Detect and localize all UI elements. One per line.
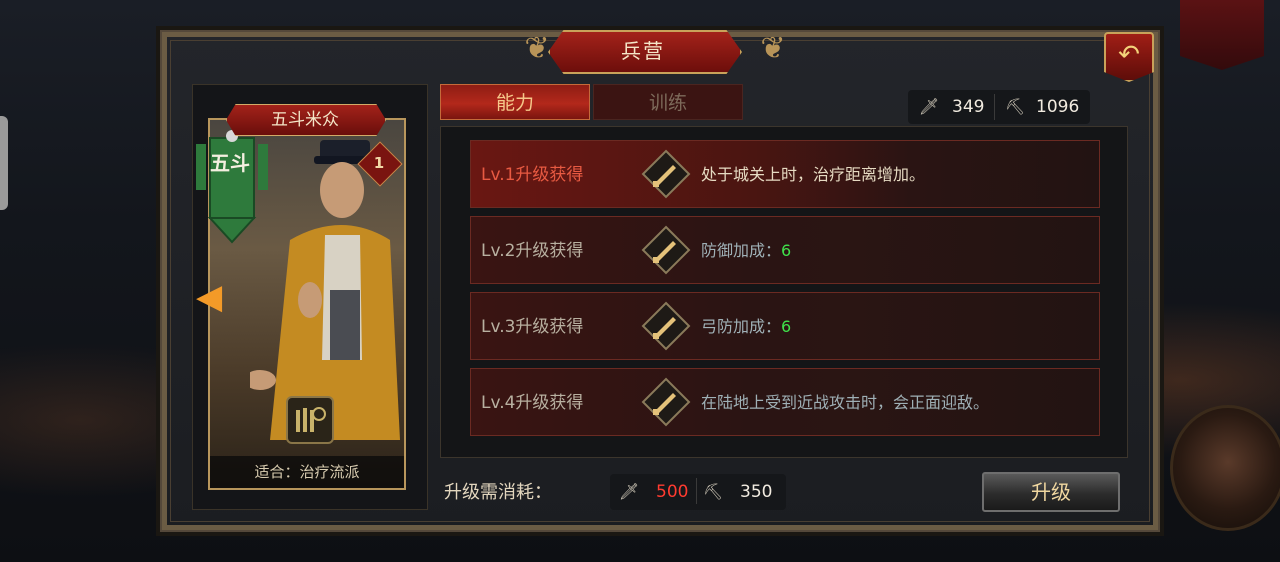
upgrade-description: 处于城关上时，治疗距离增加。 [701, 165, 926, 184]
sword-resource-icon: 🗡 [918, 97, 940, 116]
suitable-style-label: 适合：治疗流派 [210, 456, 404, 488]
side-drawer-handle[interactable] [0, 116, 8, 210]
upgrade-row-lv3: Lv.3升级获得 弓防加成：6 [470, 292, 1100, 360]
unit-name: 五斗米众 [271, 110, 339, 130]
cost-ore-amount: 350 [740, 482, 773, 502]
upgrade-level: Lv.1升级获得 [481, 165, 584, 185]
tab-training[interactable]: 训练 [593, 84, 743, 120]
resource-divider [994, 94, 995, 120]
upgrade-value: 6 [781, 241, 792, 260]
ore-resource-icon: ⛏ [1004, 97, 1026, 116]
unit-skill-icon[interactable] [286, 396, 334, 444]
upgrade-description: 防御加成：6 [701, 241, 792, 260]
upgrade-description: 弓防加成：6 [701, 317, 792, 336]
advisor-portrait[interactable] [1170, 405, 1280, 531]
title-ornament-right-icon: ❦ [760, 31, 786, 66]
back-button[interactable]: ↶ [1104, 32, 1154, 82]
previous-unit-arrow-icon[interactable]: ◀ [196, 280, 242, 314]
upgrade-level: Lv.2升级获得 [481, 241, 584, 261]
upgrade-row-lv4: Lv.4升级获得 在陆地上受到近战攻击时，会正面迎敌。 [470, 368, 1100, 436]
claw-icon [296, 407, 326, 432]
ore-resource-icon: ⛏ [702, 482, 724, 501]
background-banner [1180, 0, 1264, 70]
faction-banner [196, 130, 268, 244]
sword-upgrade-icon [641, 301, 691, 351]
sword-upgrade-icon [641, 377, 691, 427]
sword-upgrade-icon [641, 149, 691, 199]
sword-upgrade-icon [641, 225, 691, 275]
level-value: 1 [373, 154, 385, 172]
upgrade-button[interactable]: 升级 [982, 472, 1120, 512]
tab-ability[interactable]: 能力 [440, 84, 590, 120]
upgrade-value: 6 [781, 317, 792, 336]
faction-label: 五斗 [210, 151, 250, 175]
sword-resource-icon: 🗡 [618, 482, 640, 501]
sword-amount: 349 [952, 97, 985, 117]
upgrade-level: Lv.4升级获得 [481, 393, 584, 413]
cost-divider [696, 478, 697, 504]
back-arrow-icon: ↶ [1118, 40, 1140, 70]
upgrade-level: Lv.3升级获得 [481, 317, 584, 337]
upgrade-row-lv1: Lv.1升级获得 处于城关上时，治疗距离增加。 [470, 140, 1100, 208]
upgrade-row-lv2: Lv.2升级获得 防御加成：6 [470, 216, 1100, 284]
cost-sword-amount: 500 [656, 482, 689, 502]
window-title: 兵营 [621, 39, 665, 63]
upgrade-cost-label: 升级需消耗： [444, 482, 552, 503]
ore-amount: 1096 [1036, 97, 1080, 117]
upgrade-description: 在陆地上受到近战攻击时，会正面迎敌。 [701, 393, 990, 412]
